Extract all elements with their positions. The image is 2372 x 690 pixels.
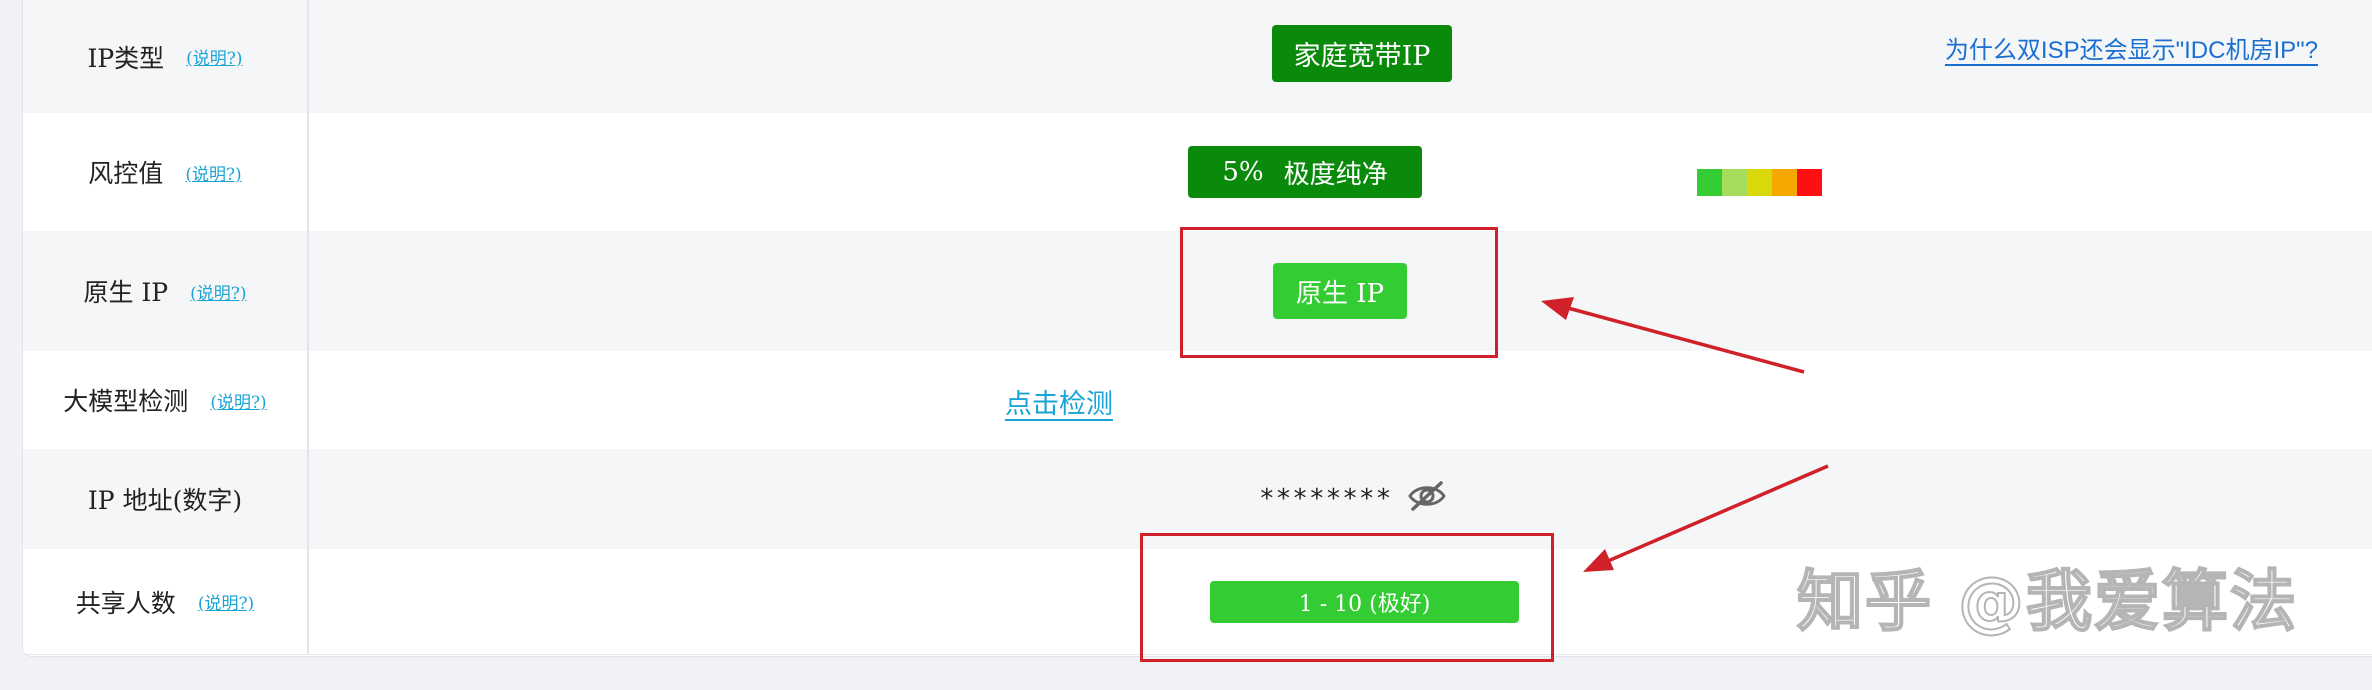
risk-badge: 5% 极度纯净 (1188, 146, 1422, 198)
why-idc-link[interactable]: 为什么双ISP还会显示"IDC机房IP"? (1945, 30, 2318, 65)
risk-scale-segment-4 (1772, 169, 1797, 196)
ip-type-value-cell: 家庭宽带IP 为什么双ISP还会显示"IDC机房IP"? (309, 0, 2372, 113)
llm-detect-help-link[interactable]: (说明?) (210, 388, 266, 413)
risk-text: 极度纯净 (1283, 159, 1388, 190)
highlight-box-native-ip (1180, 227, 1498, 358)
risk-scale-segment-3 (1747, 169, 1772, 196)
row-ip-type: IP类型 (说明?) 家庭宽带IP 为什么双ISP还会显示"IDC机房IP"? (23, 0, 2372, 114)
row-label-cell: 大模型检测 (说明?) (23, 351, 309, 449)
risk-scale-segment-2 (1722, 169, 1747, 196)
risk-scale-segment-1 (1697, 169, 1722, 196)
risk-scale-segment-5 (1797, 169, 1822, 196)
zhihu-watermark: 知乎 @我爱算法 (1796, 562, 2298, 641)
ip-number-label: IP 地址(数字) (87, 486, 243, 515)
risk-scale-bar (1697, 169, 1822, 196)
shared-users-help-link[interactable]: (说明?) (198, 589, 254, 614)
risk-value-cell: 5% 极度纯净 (309, 113, 2372, 231)
risk-label: 风控值 (88, 159, 164, 188)
ip-type-label: IP类型 (87, 43, 165, 73)
ip-type-badge: 家庭宽带IP (1272, 25, 1452, 82)
row-label-cell: IP类型 (说明?) (23, 0, 309, 113)
highlight-box-shared-users (1140, 533, 1554, 662)
row-llm-detect: 大模型检测 (说明?) (23, 351, 2372, 450)
risk-percent: 5% (1222, 157, 1264, 187)
click-detect-link[interactable]: 点击检测 (1005, 382, 1113, 421)
native-ip-label: 原生 IP (83, 278, 169, 307)
row-label-cell: 风控值 (说明?) (23, 113, 309, 231)
row-label-cell: IP 地址(数字) (23, 449, 309, 549)
eye-slash-icon[interactable] (1407, 480, 1447, 512)
llm-detect-label: 大模型检测 (63, 387, 189, 416)
native-ip-help-link[interactable]: (说明?) (190, 279, 246, 304)
row-label-cell: 原生 IP (说明?) (23, 231, 309, 351)
risk-help-link[interactable]: (说明?) (185, 160, 241, 185)
row-label-cell: 共享人数 (说明?) (23, 549, 309, 654)
ip-type-help-link[interactable]: (说明?) (186, 44, 242, 69)
shared-users-label: 共享人数 (75, 588, 176, 618)
ip-number-masked-value: ******** (1259, 484, 1393, 514)
row-risk-score: 风控值 (说明?) 5% 极度纯净 (23, 113, 2372, 232)
